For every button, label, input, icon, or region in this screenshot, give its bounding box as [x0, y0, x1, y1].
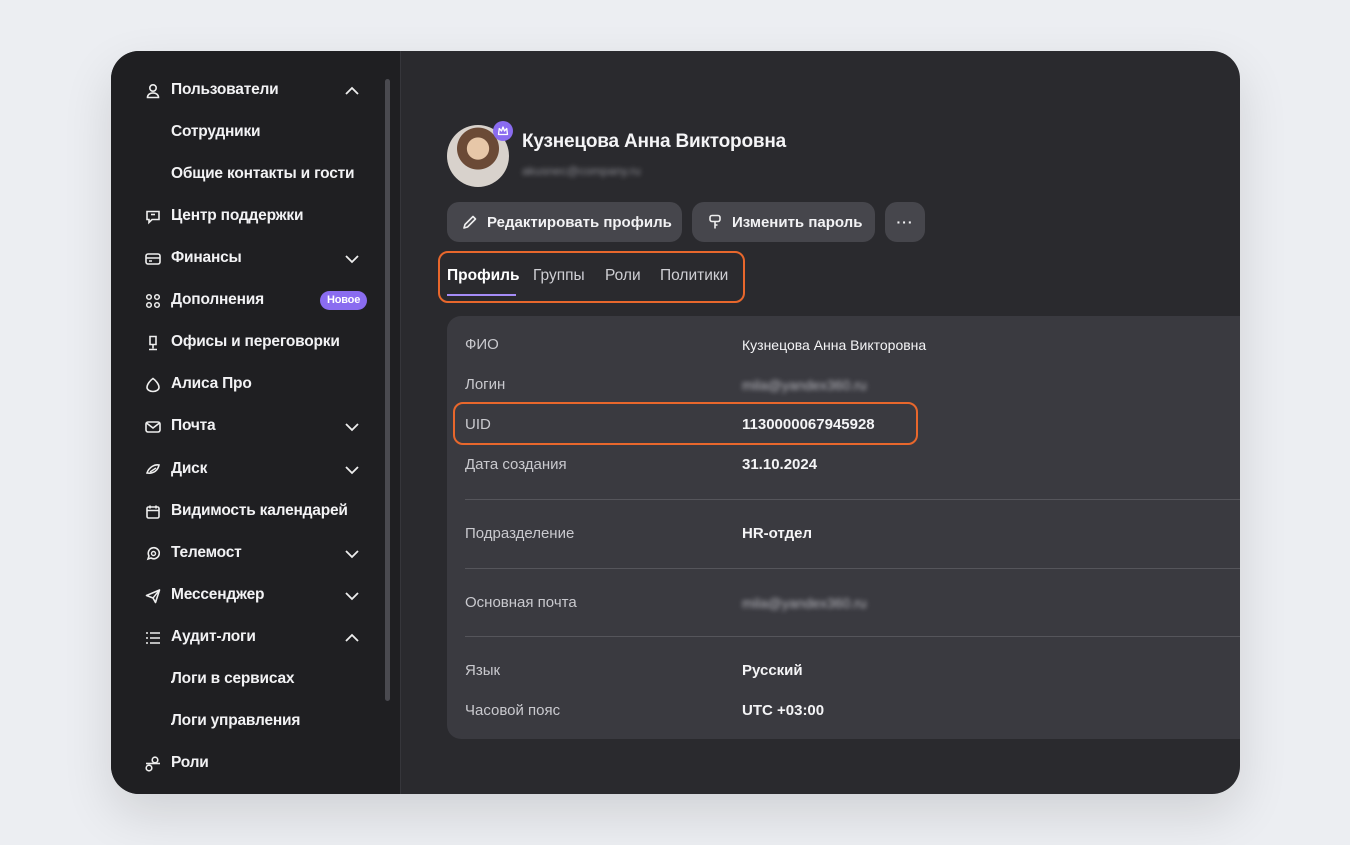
- chevron-up-icon[interactable]: [343, 82, 361, 100]
- language-label: Язык: [465, 662, 501, 679]
- primary-email-label: Основная почта: [465, 594, 577, 611]
- chevron-down-icon[interactable]: [343, 250, 361, 268]
- sidebar-item-label: Роли: [171, 754, 209, 771]
- edit-profile-label: Редактировать профиль: [487, 213, 672, 231]
- sidebar-scrollbar[interactable]: [385, 79, 390, 701]
- timezone-label: Часовой пояс: [465, 702, 561, 719]
- user-icon: [146, 83, 160, 99]
- disk-icon: [145, 464, 160, 474]
- chevron-down-icon[interactable]: [343, 545, 361, 563]
- grid-icon: [145, 293, 161, 309]
- sidebar-item-label: Диск: [171, 460, 208, 477]
- telemost-icon: [146, 546, 161, 561]
- sidebar-item-telemost[interactable]: Телемост: [111, 539, 381, 569]
- sidebar-item-roles[interactable]: Роли: [111, 749, 381, 779]
- new-badge: Новое: [320, 291, 368, 310]
- change-password-button[interactable]: Изменить пароль: [692, 202, 875, 242]
- chevron-down-icon[interactable]: [343, 418, 361, 436]
- login-label: Логин: [465, 376, 506, 393]
- wallet-icon: [145, 253, 161, 265]
- created-label: Дата создания: [465, 456, 567, 473]
- divider: [465, 499, 1240, 500]
- sidebar-item-service-logs[interactable]: Логи в сервисах: [111, 665, 381, 695]
- chevron-down-icon[interactable]: [343, 587, 361, 605]
- sidebar-item-label: Телемост: [171, 544, 242, 561]
- sidebar-item-addons[interactable]: Дополнения Новое: [111, 286, 381, 316]
- divider: [465, 568, 1240, 569]
- sidebar-item-label: Сотрудники: [171, 123, 261, 140]
- fio-label: ФИО: [465, 336, 499, 353]
- language-value: Русский: [742, 662, 803, 679]
- sidebar-item-label: Почта: [171, 417, 216, 434]
- sidebar-item-label: Аудит-логи: [171, 628, 256, 645]
- sidebar-item-employees[interactable]: Сотрудники: [111, 118, 381, 148]
- sidebar-item-label: Пользователи: [171, 81, 279, 98]
- department-label: Подразделение: [465, 525, 575, 542]
- sidebar-item-disk[interactable]: Диск: [111, 455, 381, 485]
- pencil-icon: [463, 215, 477, 229]
- calendar-icon: [146, 505, 160, 519]
- user-email: akusnec@company.ru: [522, 164, 641, 178]
- sidebar-item-finance[interactable]: Финансы: [111, 244, 381, 274]
- sidebar-item-label: Офисы и переговорки: [171, 333, 340, 350]
- mail-icon: [145, 421, 161, 433]
- main-content: Кузнецова Анна Викторовна akusnec@compan…: [402, 51, 1240, 794]
- fio-value: Кузнецова Анна Викторовна: [742, 337, 927, 353]
- primary-email-value: mila@yandex360.ru: [742, 595, 867, 611]
- key-icon: [709, 214, 721, 229]
- tab-policies[interactable]: Политики: [660, 267, 728, 285]
- created-value: 31.10.2024: [742, 456, 818, 473]
- more-button[interactable]: ···: [885, 202, 925, 242]
- sidebar-item-label: Видимость календарей: [171, 502, 348, 519]
- chevron-down-icon[interactable]: [343, 461, 361, 479]
- divider: [465, 636, 1240, 637]
- alice-icon: [146, 377, 160, 393]
- admin-window: Пользователи Сотрудники Общие контакты и…: [111, 51, 1240, 794]
- sidebar-item-label: Мессенджер: [171, 586, 265, 603]
- sidebar-item-audit-logs[interactable]: Аудит-логи: [111, 623, 381, 653]
- more-icon: ···: [896, 214, 914, 230]
- timezone-value: UTC +03:00: [742, 702, 825, 719]
- chevron-up-icon[interactable]: [343, 629, 361, 647]
- sidebar-item-label: Общие контакты и гости: [171, 165, 355, 182]
- support-chat-icon: [146, 210, 160, 225]
- sidebar-item-admin-logs[interactable]: Логи управления: [111, 707, 381, 737]
- sidebar-item-shared-contacts[interactable]: Общие контакты и гости: [111, 160, 381, 190]
- sidebar-item-label: Логи управления: [171, 712, 301, 729]
- sidebar-item-label: Финансы: [171, 249, 242, 266]
- sidebar-item-alice-pro[interactable]: Алиса Про: [111, 370, 381, 400]
- sidebar-item-offices[interactable]: Офисы и переговорки: [111, 328, 381, 358]
- tab-roles[interactable]: Роли: [605, 267, 641, 285]
- crown-icon: [493, 121, 513, 141]
- office-icon: [149, 335, 157, 351]
- active-tab-indicator: [447, 294, 516, 296]
- sidebar-item-users[interactable]: Пользователи: [111, 76, 381, 106]
- avatar[interactable]: [447, 121, 513, 187]
- uid-value[interactable]: 1130000067945928: [742, 416, 875, 433]
- sidebar-item-messenger[interactable]: Мессенджер: [111, 581, 381, 611]
- login-value: mila@yandex360.ru: [742, 377, 867, 393]
- sidebar-item-calendar-visibility[interactable]: Видимость календарей: [111, 497, 381, 527]
- messenger-icon: [145, 589, 161, 604]
- sidebar-item-label: Логи в сервисах: [171, 670, 295, 687]
- profile-details-card: ФИО Кузнецова Анна Викторовна Логин mila…: [447, 316, 1240, 739]
- sidebar-item-label: Центр поддержки: [171, 207, 304, 224]
- tab-profile[interactable]: Профиль: [447, 267, 520, 285]
- sidebar-item-label: Алиса Про: [171, 375, 252, 392]
- uid-label: UID: [465, 416, 491, 433]
- sidebar-item-support[interactable]: Центр поддержки: [111, 202, 381, 232]
- list-icon: [146, 632, 160, 644]
- department-value: HR-отдел: [742, 525, 812, 542]
- roles-icon: [145, 756, 160, 772]
- sidebar-item-mail[interactable]: Почта: [111, 412, 381, 442]
- user-full-name: Кузнецова Анна Викторовна: [522, 131, 786, 152]
- sidebar-item-label: Дополнения: [171, 291, 264, 308]
- sidebar: Пользователи Сотрудники Общие контакты и…: [111, 51, 401, 794]
- change-password-label: Изменить пароль: [732, 213, 863, 231]
- edit-profile-button[interactable]: Редактировать профиль: [447, 202, 682, 242]
- tab-groups[interactable]: Группы: [533, 267, 585, 285]
